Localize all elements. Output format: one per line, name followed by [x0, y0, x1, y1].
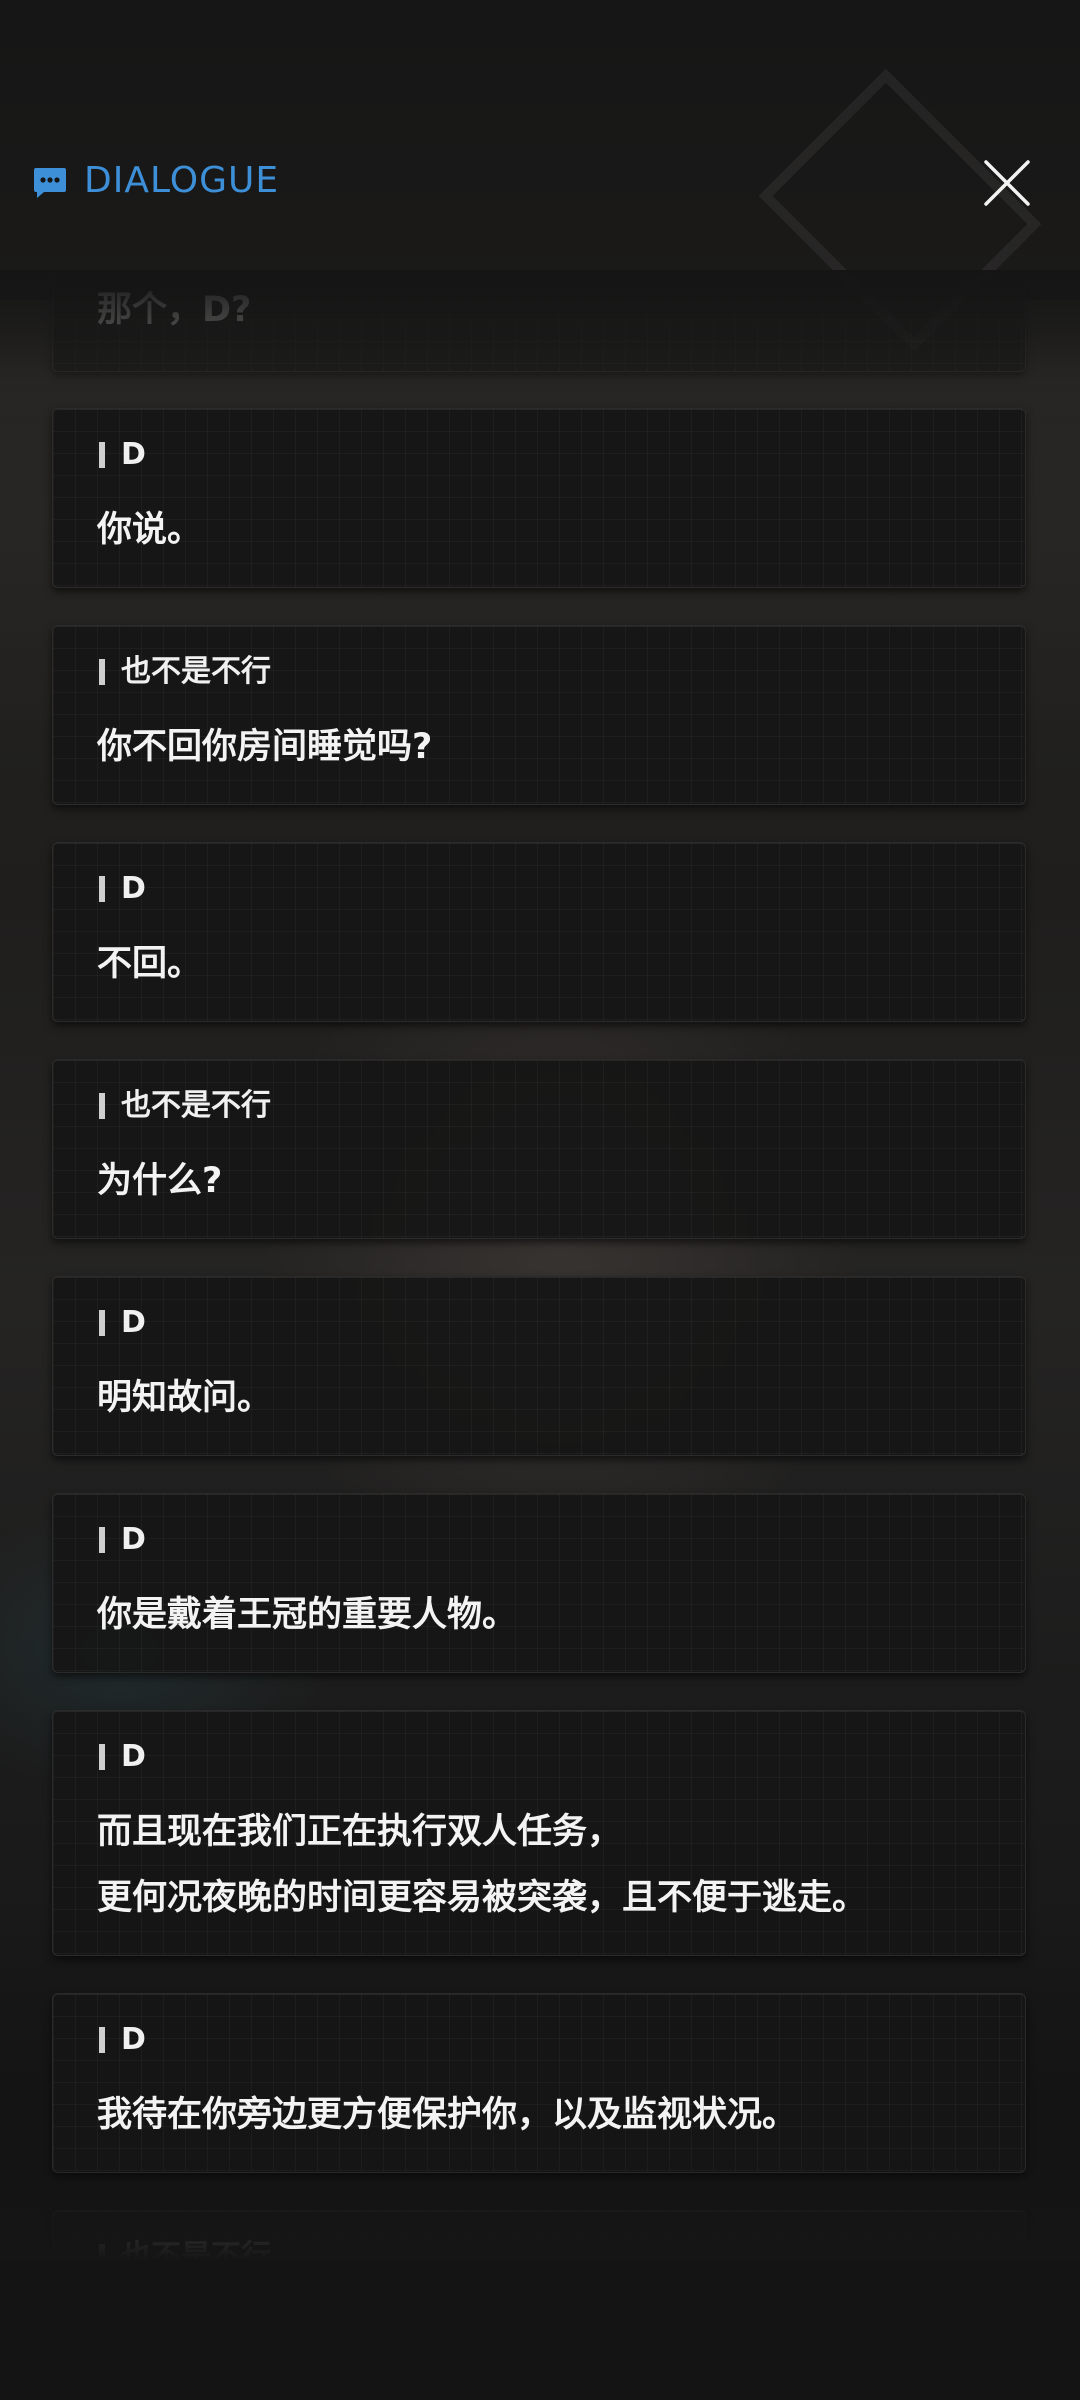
speaker-marker [99, 1310, 105, 1336]
dialogue-line: 明知故问。 [97, 1378, 273, 1418]
close-icon[interactable] [978, 154, 1036, 212]
speaker-marker [99, 1527, 105, 1553]
dialogue-screen: DIALOGUE 那个，D? D 你说。 也不是不行 你不回你房间睡觉吗? D … [0, 0, 1080, 2400]
speaker-name: D [121, 1522, 146, 1557]
dialogue-card: D 明知故问。 [52, 1276, 1026, 1456]
dialogue-card: D 而且现在我们正在执行双人任务， 更何况夜晚的时间更容易被突袭，且不便于逃走。 [52, 1710, 1026, 1956]
dialogue-line: 那个，D? [97, 290, 252, 330]
dialogue-line: 不回。 [97, 944, 203, 984]
speaker-name: 也不是不行 [121, 654, 271, 689]
dialogue-card: D 你是戴着王冠的重要人物。 [52, 1493, 1026, 1673]
speaker-marker [99, 659, 105, 685]
dialogue-card: D 不回。 [52, 842, 1026, 1022]
dialogue-card-partial-top: 那个，D? [52, 270, 1026, 372]
dialogue-line: 你不回你房间睡觉吗? [97, 727, 433, 767]
speaker-name: 也不是不行 [121, 2239, 271, 2260]
speaker-name: D [121, 1305, 146, 1340]
speaker-name: D [121, 2022, 146, 2057]
dialogue-line: 我待在你旁边更方便保护你，以及监视状况。 [97, 2095, 798, 2135]
dialogue-line: 你说。 [97, 510, 203, 550]
dialogue-card: 也不是不行 你不回你房间睡觉吗? [52, 625, 1026, 805]
speaker-marker [99, 2244, 105, 2260]
chat-bubble-icon [34, 168, 66, 198]
speaker-name: 也不是不行 [121, 1088, 271, 1123]
dialogue-line: 更何况夜晚的时间更容易被突袭，且不便于逃走。 [97, 1878, 868, 1918]
speaker-marker [99, 442, 105, 468]
dialogue-card: D 你说。 [52, 408, 1026, 588]
dialogue-line: 而且现在我们正在执行双人任务， [97, 1812, 623, 1852]
dialogue-title: DIALOGUE [84, 160, 280, 201]
speaker-name: D [121, 437, 146, 472]
dialogue-log-list[interactable]: 那个，D? D 你说。 也不是不行 你不回你房间睡觉吗? D 不回。 也不是不行… [0, 270, 1080, 2260]
speaker-name: D [121, 1739, 146, 1774]
speaker-marker [99, 1093, 105, 1119]
dialogue-card: D 我待在你旁边更方便保护你，以及监视状况。 [52, 1993, 1026, 2173]
speaker-marker [99, 876, 105, 902]
dialogue-card-partial-bottom: 也不是不行 [52, 2210, 1026, 2260]
dialogue-card: 也不是不行 为什么? [52, 1059, 1026, 1239]
speaker-name: D [121, 871, 146, 906]
speaker-marker [99, 1744, 105, 1770]
dialogue-line: 你是戴着王冠的重要人物。 [97, 1595, 518, 1635]
dialogue-line: 为什么? [97, 1161, 223, 1201]
dialogue-header: DIALOGUE [0, 140, 1080, 220]
speaker-marker [99, 2027, 105, 2053]
